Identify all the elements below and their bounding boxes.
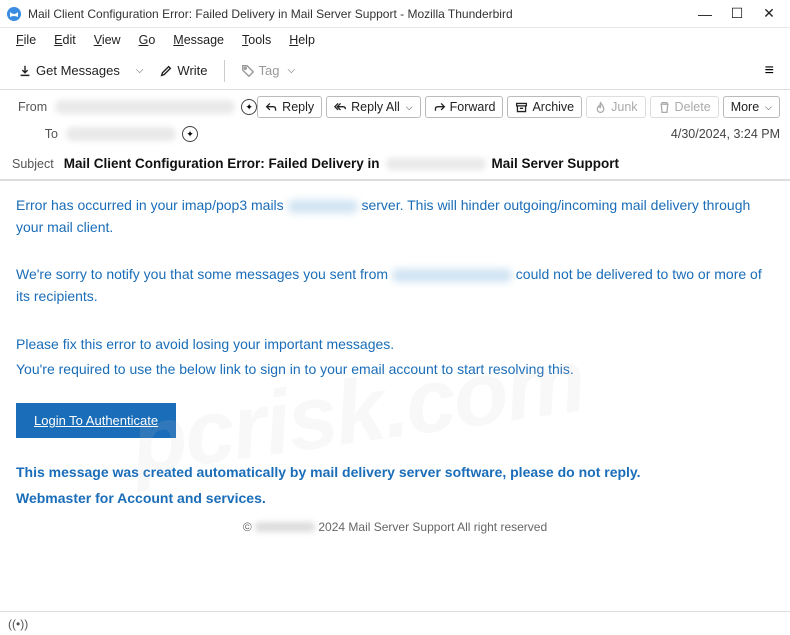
tag-dropdown-icon: ⌵ — [284, 65, 300, 76]
chevron-down-icon: ⌵ — [406, 102, 413, 113]
from-redacted — [55, 100, 235, 114]
redacted-sender — [392, 269, 512, 282]
contact-icon[interactable]: ✦ — [182, 126, 198, 142]
reply-all-button[interactable]: Reply All ⌵ — [326, 96, 420, 118]
subject-suffix: Mail Server Support — [492, 156, 620, 171]
copyright-text: 2024 Mail Server Support All right reser… — [318, 520, 547, 534]
footer-line-1: This message was created automatically b… — [16, 462, 774, 484]
close-button[interactable]: ✕ — [762, 7, 776, 21]
junk-button[interactable]: Junk — [586, 96, 645, 118]
forward-button[interactable]: Forward — [425, 96, 504, 118]
reply-label: Reply — [282, 100, 314, 114]
archive-label: Archive — [532, 100, 574, 114]
get-messages-label: Get Messages — [36, 63, 120, 78]
titlebar: Mail Client Configuration Error: Failed … — [0, 0, 790, 28]
redacted-company — [255, 522, 315, 532]
to-row: To ✦ 4/30/2024, 3:24 PM — [0, 120, 790, 148]
forward-label: Forward — [450, 100, 496, 114]
write-label: Write — [177, 63, 207, 78]
forward-icon — [433, 101, 446, 114]
redacted-server — [288, 200, 358, 213]
status-icon: ((•)) — [8, 617, 28, 631]
archive-icon — [515, 101, 528, 114]
menu-go[interactable]: Go — [131, 31, 164, 49]
window-title: Mail Client Configuration Error: Failed … — [28, 7, 698, 21]
subject-redacted — [386, 158, 486, 170]
tag-label: Tag — [259, 63, 280, 78]
login-authenticate-button[interactable]: Login To Authenticate — [16, 403, 176, 438]
body-p2: We're sorry to notify you that some mess… — [16, 264, 774, 307]
toolbar-divider — [224, 60, 225, 82]
delete-button[interactable]: Delete — [650, 96, 719, 118]
minimize-button[interactable]: — — [698, 7, 712, 21]
trash-icon — [658, 101, 671, 114]
contact-icon[interactable]: ✦ — [241, 99, 257, 115]
message-action-bar: Reply Reply All ⌵ Forward Archive Junk De… — [257, 96, 780, 118]
pencil-icon — [159, 64, 173, 78]
toolbar: Get Messages ⌵ Write Tag ⌵ ≡ — [0, 52, 790, 90]
maximize-button[interactable]: ☐ — [730, 7, 744, 21]
message-body: pcrisk.com Error has occurred in your im… — [0, 181, 790, 548]
tag-button[interactable]: Tag ⌵ — [233, 59, 308, 82]
subject-text: Mail Client Configuration Error: Failed … — [64, 156, 619, 171]
menu-view[interactable]: View — [86, 31, 129, 49]
login-button-label: Login To Authenticate — [34, 413, 158, 428]
app-menu-button[interactable]: ≡ — [759, 58, 780, 84]
reply-all-label: Reply All — [351, 100, 400, 114]
to-label: To — [10, 127, 66, 141]
body-p4: You're required to use the below link to… — [16, 359, 774, 381]
statusbar: ((•)) — [0, 611, 790, 635]
download-icon — [18, 64, 32, 78]
window-controls: — ☐ ✕ — [698, 7, 784, 21]
more-button[interactable]: More ⌵ — [723, 96, 780, 118]
to-value: ✦ — [66, 126, 671, 142]
body-p3: Please fix this error to avoid losing yo… — [16, 334, 774, 356]
from-value: ✦ — [55, 99, 257, 115]
tag-icon — [241, 64, 255, 78]
subject-label: Subject — [12, 157, 54, 171]
get-messages-dropdown[interactable]: ⌵ — [132, 65, 148, 76]
footer-line-2: Webmaster for Account and services. — [16, 488, 774, 510]
subject-row: Subject Mail Client Configuration Error:… — [0, 148, 790, 180]
menu-edit[interactable]: Edit — [46, 31, 84, 49]
copyright: © 2024 Mail Server Support All right res… — [16, 520, 774, 534]
reply-icon — [265, 101, 278, 114]
menu-file[interactable]: File — [8, 31, 44, 49]
message-headers: From ✦ Reply Reply All ⌵ Forward Archive … — [0, 90, 790, 181]
menu-tools[interactable]: Tools — [234, 31, 279, 49]
subject-prefix: Mail Client Configuration Error: Failed … — [64, 156, 380, 171]
junk-label: Junk — [611, 100, 637, 114]
to-redacted — [66, 127, 176, 141]
menu-help[interactable]: Help — [281, 31, 323, 49]
get-messages-button[interactable]: Get Messages — [10, 59, 128, 82]
more-label: More — [731, 100, 759, 114]
chevron-down-icon: ⌵ — [765, 102, 772, 113]
thunderbird-icon — [6, 6, 22, 22]
flame-icon — [594, 101, 607, 114]
from-row: From ✦ Reply Reply All ⌵ Forward Archive … — [0, 90, 790, 120]
write-button[interactable]: Write — [151, 59, 215, 82]
body-p1: Error has occurred in your imap/pop3 mai… — [16, 195, 774, 238]
delete-label: Delete — [675, 100, 711, 114]
message-date: 4/30/2024, 3:24 PM — [671, 127, 780, 141]
menubar: File Edit View Go Message Tools Help — [0, 28, 790, 52]
reply-button[interactable]: Reply — [257, 96, 322, 118]
menu-message[interactable]: Message — [165, 31, 232, 49]
reply-all-icon — [334, 101, 347, 114]
from-label: From — [10, 100, 55, 114]
archive-button[interactable]: Archive — [507, 96, 582, 118]
